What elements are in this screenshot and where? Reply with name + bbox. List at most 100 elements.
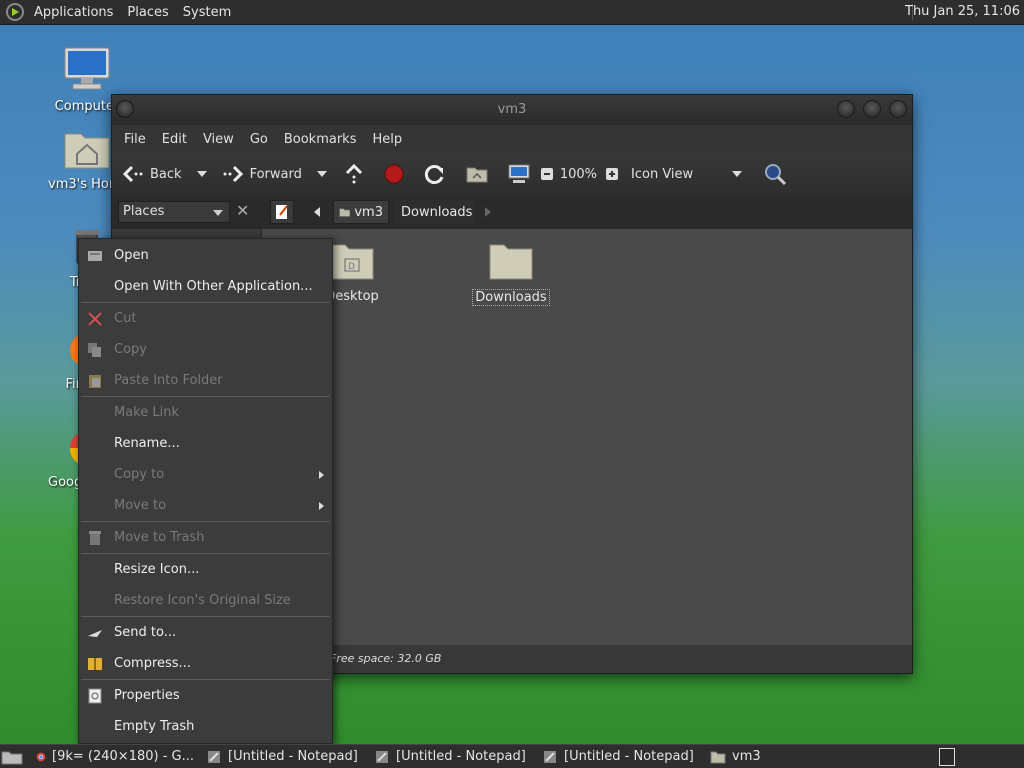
notepad-icon xyxy=(376,750,388,763)
breadcrumb-vm3[interactable]: vm3 xyxy=(333,200,389,224)
menu-bookmarks[interactable]: Bookmarks xyxy=(276,132,365,147)
forward-button[interactable]: Forward xyxy=(222,164,302,184)
trash-icon xyxy=(89,531,101,545)
show-desktop-icon[interactable] xyxy=(0,748,24,766)
taskbar-item-notepad-3[interactable]: [Untitled - Notepad] xyxy=(536,745,704,768)
menu-item-cut[interactable]: Cut xyxy=(79,303,332,334)
taskbar-item-vm3[interactable]: vm3 xyxy=(704,745,824,768)
notepad-icon xyxy=(208,750,220,763)
task-label: [Untitled - Notepad] xyxy=(396,749,526,764)
menu-item-resize-icon[interactable]: Resize Icon... xyxy=(79,554,332,585)
menu-item-send-to[interactable]: Send to... xyxy=(79,617,332,648)
menu-item-paste-into-folder[interactable]: Paste Into Folder xyxy=(79,365,332,396)
computer-icon[interactable] xyxy=(508,163,530,185)
menu-item-label: Copy to xyxy=(114,467,165,482)
context-menu: Open Open With Other Application... Cut … xyxy=(78,238,333,744)
applications-menu[interactable]: Applications xyxy=(27,5,120,20)
chrome-icon xyxy=(36,752,46,761)
close-button[interactable] xyxy=(889,100,907,118)
menu-item-rename[interactable]: Rename... xyxy=(79,428,332,459)
menu-item-make-link[interactable]: Make Link xyxy=(79,397,332,428)
task-label: [Untitled - Notepad] xyxy=(564,749,694,764)
task-label: vm3 xyxy=(732,749,761,764)
forward-arrow-icon xyxy=(223,165,243,183)
breadcrumb-label: vm3 xyxy=(354,204,383,220)
menu-item-move-to-trash[interactable]: Move to Trash xyxy=(79,522,332,553)
send-icon xyxy=(88,630,102,637)
menu-help[interactable]: Help xyxy=(364,132,410,147)
chevron-down-icon xyxy=(213,210,223,216)
taskbar-item-notepad-2[interactable]: [Untitled - Notepad] xyxy=(368,745,536,768)
archive-icon xyxy=(88,658,102,670)
toggle-location-edit-button[interactable] xyxy=(270,200,294,224)
menu-item-empty-trash[interactable]: Empty Trash xyxy=(79,711,332,742)
system-menu[interactable]: System xyxy=(176,5,238,20)
top-panel: Applications Places System Thu Jan 25, 1… xyxy=(0,0,1024,25)
stop-icon[interactable] xyxy=(384,164,404,184)
menu-item-label: Compress... xyxy=(114,656,191,671)
view-mode-selector[interactable]: Icon View xyxy=(631,167,763,182)
menu-item-label: Send to... xyxy=(114,625,177,640)
submenu-arrow-icon xyxy=(319,471,324,479)
menu-item-label: Properties xyxy=(114,688,180,703)
back-label: Back xyxy=(150,166,182,182)
file-item-downloads[interactable]: Downloads xyxy=(471,241,551,306)
maximize-button[interactable] xyxy=(863,100,881,118)
location-bar: Places ✕ vm3 Downloads xyxy=(112,195,912,229)
zoom-out-icon[interactable] xyxy=(540,167,554,181)
menu-item-label: Resize Icon... xyxy=(114,562,200,577)
search-icon[interactable] xyxy=(763,162,787,186)
close-sidebar-icon[interactable]: ✕ xyxy=(236,202,249,220)
menu-item-copy-to[interactable]: Copy to xyxy=(79,459,332,490)
taskbar-item-chrome[interactable]: [9k= (240×180) - G... xyxy=(30,745,200,768)
menu-edit[interactable]: Edit xyxy=(154,132,195,147)
task-label: [9k= (240×180) - G... xyxy=(52,749,194,764)
menubar: File Edit View Go Bookmarks Help xyxy=(112,125,912,153)
window-titlebar[interactable]: vm3 xyxy=(112,95,912,125)
zoom-in-icon[interactable] xyxy=(605,167,619,181)
clock[interactable]: Thu Jan 25, 11:06 xyxy=(905,4,1020,19)
home-folder-icon xyxy=(339,208,351,217)
menu-item-move-to[interactable]: Move to xyxy=(79,490,332,521)
reload-icon[interactable] xyxy=(424,163,446,185)
breadcrumb-downloads[interactable]: Downloads xyxy=(395,200,475,224)
menu-file[interactable]: File xyxy=(116,132,154,147)
desktop-folder-icon: D xyxy=(330,244,374,280)
scissors-icon xyxy=(88,312,102,326)
home-folder-icon xyxy=(64,133,110,169)
zoom-level: 100% xyxy=(559,166,598,182)
back-button[interactable]: Back xyxy=(122,164,182,184)
menu-item-label: Rename... xyxy=(114,436,180,451)
window-menu-button[interactable] xyxy=(116,100,134,118)
breadcrumb-left-arrow-icon[interactable] xyxy=(311,205,323,219)
minimize-button[interactable] xyxy=(837,100,855,118)
up-arrow-icon[interactable] xyxy=(344,163,364,185)
menu-go[interactable]: Go xyxy=(242,132,276,147)
menu-item-open[interactable]: Open xyxy=(79,240,332,271)
menu-item-properties[interactable]: Properties xyxy=(79,680,332,711)
menu-item-compress[interactable]: Compress... xyxy=(79,648,332,679)
taskbar-item-notepad-1[interactable]: [Untitled - Notepad] xyxy=(200,745,368,768)
menu-item-label: Paste Into Folder xyxy=(114,373,223,388)
menu-item-open-with[interactable]: Open With Other Application... xyxy=(79,271,332,302)
mate-logo-icon[interactable] xyxy=(5,2,25,22)
back-history-dropdown-icon[interactable] xyxy=(196,169,208,179)
breadcrumb-right-arrow-icon[interactable] xyxy=(483,205,493,219)
svg-text:D: D xyxy=(348,262,355,272)
menu-item-label: Restore Icon's Original Size xyxy=(114,593,291,608)
workspace-switcher[interactable] xyxy=(939,748,955,766)
menu-item-restore-icon-size[interactable]: Restore Icon's Original Size xyxy=(79,585,332,616)
home-icon[interactable] xyxy=(466,164,488,184)
places-menu[interactable]: Places xyxy=(120,5,175,20)
breadcrumb-label: Downloads xyxy=(401,204,473,220)
menu-item-copy[interactable]: Copy xyxy=(79,334,332,365)
menu-item-label: Empty Trash xyxy=(114,719,195,734)
view-mode-label: Icon View xyxy=(631,166,694,182)
sidebar-places-combo[interactable]: Places xyxy=(118,201,230,223)
toolbar: Back Forward 100% Icon View xyxy=(112,153,912,195)
menu-view[interactable]: View xyxy=(195,132,242,147)
open-folder-icon xyxy=(88,251,102,261)
home-folder-icon xyxy=(710,751,726,763)
properties-icon xyxy=(88,688,102,704)
forward-history-dropdown-icon[interactable] xyxy=(316,169,328,179)
